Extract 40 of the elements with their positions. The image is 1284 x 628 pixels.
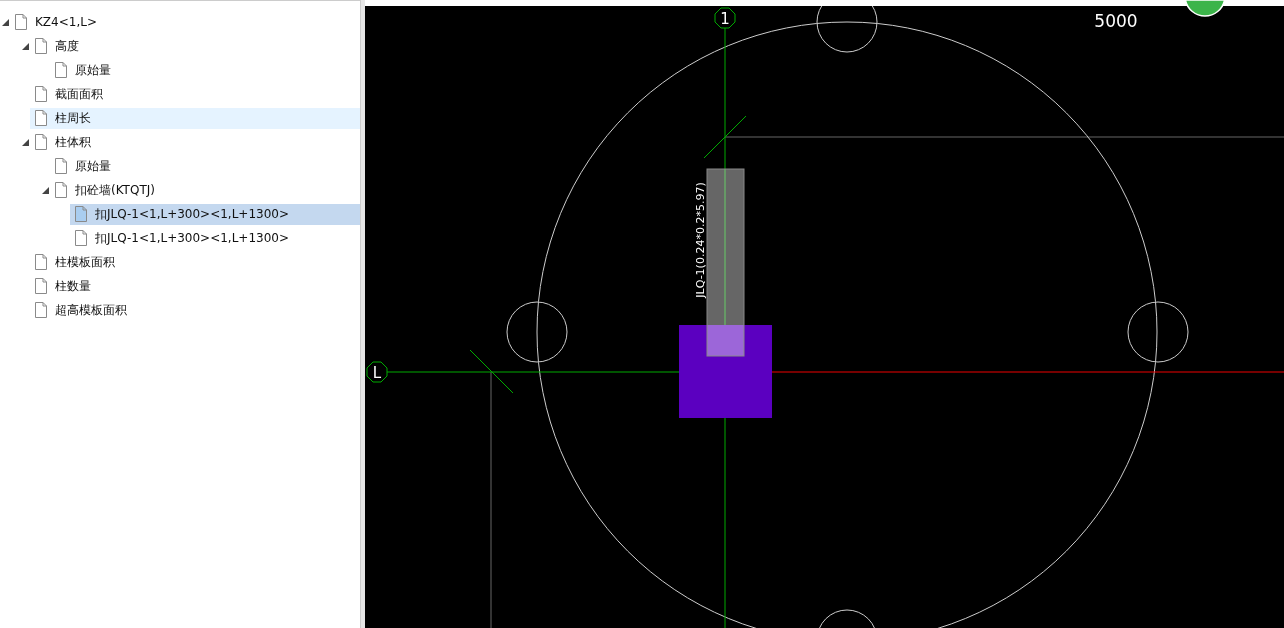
axis-bubble — [714, 7, 736, 29]
axis-label: L — [372, 364, 382, 382]
expand-triangle-icon[interactable] — [21, 138, 29, 146]
tree-item[interactable]: 扣砼墙(KTQTJ) — [50, 179, 360, 201]
document-icon — [35, 278, 47, 294]
axis-label: 1 — [720, 10, 730, 28]
expand-triangle-icon[interactable] — [41, 186, 49, 194]
tree-item[interactable]: 高度 — [30, 35, 360, 57]
document-icon — [55, 62, 67, 78]
expand-triangle-icon[interactable] — [1, 18, 9, 26]
tree-item[interactable]: KZ4<1,L> — [10, 11, 360, 33]
tree-item[interactable]: 柱周长 — [30, 107, 360, 129]
document-icon — [35, 38, 47, 54]
tree-item[interactable]: 扣JLQ-1<1,L+300><1,L+1300> — [70, 203, 360, 225]
small-circle — [1127, 301, 1189, 363]
small-circle — [506, 301, 568, 363]
tree-item[interactable]: 柱数量 — [30, 275, 360, 297]
tick-mark — [703, 115, 747, 159]
tree-item[interactable]: 扣JLQ-1<1,L+300><1,L+1300> — [70, 227, 360, 249]
tree-item[interactable]: 柱模板面积 — [30, 251, 360, 273]
document-icon — [35, 86, 47, 102]
tree-item[interactable]: 截面面积 — [30, 83, 360, 105]
wall-label: JLQ-1(0.24*0.2*5.97) — [694, 182, 707, 298]
tree-item[interactable]: 超高模板面积 — [30, 299, 360, 321]
axis-bubble — [366, 361, 388, 383]
tree-item[interactable]: 柱体积 — [30, 131, 360, 153]
expand-triangle-icon[interactable] — [21, 42, 29, 50]
document-icon — [15, 14, 27, 30]
document-icon — [75, 206, 87, 222]
tree-item[interactable]: 原始量 — [50, 155, 360, 177]
document-icon — [35, 254, 47, 270]
dimension-text: 5000 — [1094, 11, 1138, 31]
document-icon — [75, 230, 87, 246]
document-icon — [35, 302, 47, 318]
tree-item[interactable]: 原始量 — [50, 59, 360, 81]
tick-mark — [469, 349, 514, 394]
document-icon — [55, 182, 67, 198]
document-icon — [35, 134, 47, 150]
document-icon — [35, 110, 47, 126]
document-icon — [55, 158, 67, 174]
